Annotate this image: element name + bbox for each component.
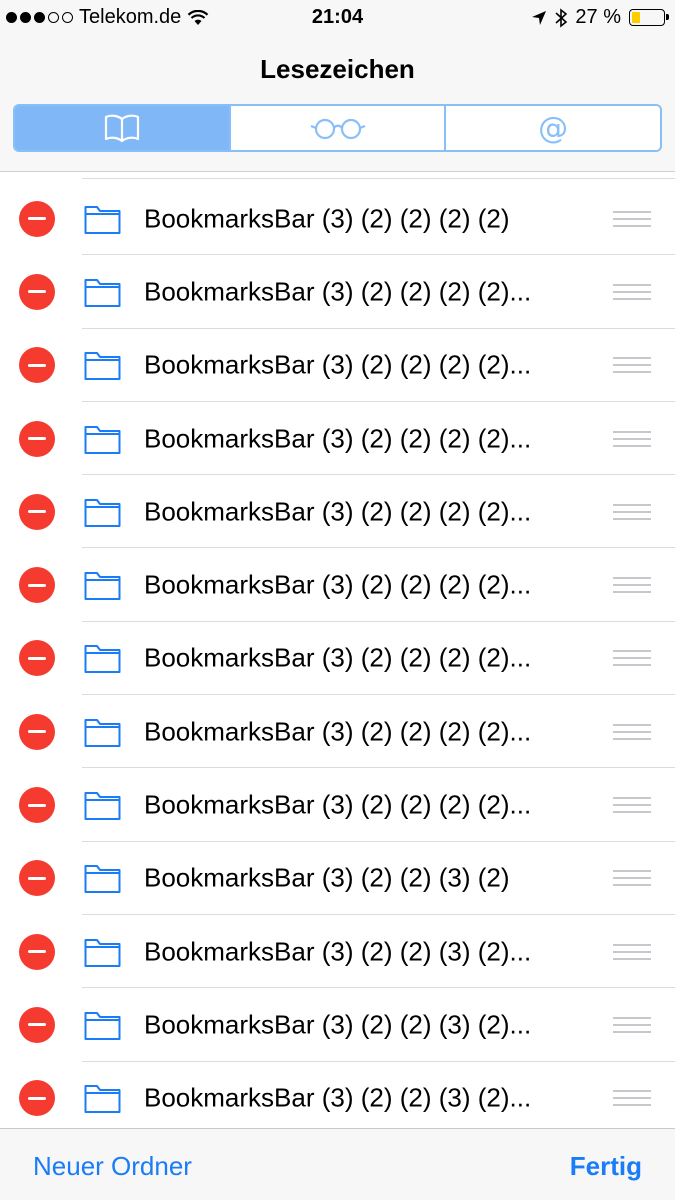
folder-icon xyxy=(84,645,121,674)
list-item[interactable]: BookmarksBar (3) (2) (2) (2) (2)... xyxy=(0,768,675,842)
bookmark-label: BookmarksBar (3) (2) (2) (3) (2)... xyxy=(144,1009,532,1040)
bookmark-label: BookmarksBar (3) (2) (2) (2) (2) xyxy=(144,203,510,234)
reorder-handle-icon[interactable] xyxy=(613,357,651,374)
bookmark-label: BookmarksBar (3) (2) (2) (2) (2)... xyxy=(144,496,532,527)
reorder-handle-icon[interactable] xyxy=(613,870,651,887)
reorder-handle-icon[interactable] xyxy=(613,1090,651,1107)
list-item[interactable]: BookmarksBar (3) (2) (2) (2) (2) xyxy=(0,182,675,256)
glasses-icon xyxy=(310,118,365,140)
location-arrow-icon xyxy=(532,10,547,25)
book-icon xyxy=(104,114,139,143)
battery-level xyxy=(632,12,640,23)
new-folder-button[interactable]: Neuer Ordner xyxy=(33,1151,192,1182)
delete-icon[interactable] xyxy=(19,200,55,237)
bookmark-label: BookmarksBar (3) (2) (2) (3) (2) xyxy=(144,862,510,893)
nav-header: Lesezeichen @ xyxy=(0,38,675,172)
list-item[interactable]: BookmarksBar (3) (2) (2) (2) (2)... xyxy=(0,402,675,476)
tab-reading-list[interactable] xyxy=(230,106,447,150)
bookmark-label: BookmarksBar (3) (2) (2) (3) (2)... xyxy=(144,936,532,967)
bookmark-label: BookmarksBar (3) (2) (2) (2) (2)... xyxy=(144,423,532,454)
screen: Telekom.de 21:04 27 % Lesezeichen @ Book… xyxy=(0,0,675,1200)
status-bar: Telekom.de 21:04 27 % xyxy=(0,0,675,38)
battery-percent: 27 % xyxy=(575,6,621,28)
folder-icon xyxy=(84,572,121,601)
bookmark-label: BookmarksBar (3) (2) (2) (2) (2)... xyxy=(144,642,532,673)
delete-icon[interactable] xyxy=(19,787,55,824)
reorder-handle-icon[interactable] xyxy=(613,577,651,594)
list-item[interactable]: BookmarksBar (3) (2) (2) (2) (2)... xyxy=(0,622,675,696)
bookmark-rows: BookmarksBar (3) (2) (2) (2) (2) Bookmark… xyxy=(0,182,675,1128)
bookmark-list[interactable]: BookmarksBar (3) (2) (2) (2) (2) Bookmark… xyxy=(0,172,675,1128)
delete-icon[interactable] xyxy=(19,640,55,677)
list-item[interactable]: BookmarksBar (3) (2) (2) (2) (2)... xyxy=(0,255,675,329)
reorder-handle-icon[interactable] xyxy=(613,283,651,300)
folder-icon xyxy=(84,718,121,747)
folder-icon xyxy=(84,498,121,527)
delete-icon[interactable] xyxy=(19,347,55,384)
delete-icon[interactable] xyxy=(19,1080,55,1117)
bluetooth-icon xyxy=(555,7,568,28)
bookmark-label: BookmarksBar (3) (2) (2) (2) (2)... xyxy=(144,789,532,820)
delete-icon[interactable] xyxy=(19,567,55,604)
tab-shared-links[interactable]: @ xyxy=(446,106,660,150)
list-top-edge xyxy=(0,172,675,182)
done-button[interactable]: Fertig xyxy=(570,1151,642,1182)
bookmark-label: BookmarksBar (3) (2) (2) (3) (2)... xyxy=(144,1082,532,1113)
folder-icon xyxy=(84,792,121,821)
delete-icon[interactable] xyxy=(19,713,55,750)
list-item[interactable]: BookmarksBar (3) (2) (2) (2) (2)... xyxy=(0,475,675,549)
folder-icon xyxy=(84,1011,121,1040)
delete-icon[interactable] xyxy=(19,273,55,310)
page-title: Lesezeichen xyxy=(260,54,415,84)
list-item[interactable]: BookmarksBar (3) (2) (2) (3) (2)... xyxy=(0,1062,675,1128)
delete-icon[interactable] xyxy=(19,1006,55,1043)
reorder-handle-icon[interactable] xyxy=(613,650,651,667)
battery-icon xyxy=(629,9,669,26)
status-right: 27 % xyxy=(531,6,669,29)
reorder-handle-icon[interactable] xyxy=(613,1016,651,1033)
folder-icon xyxy=(84,352,121,381)
segmented-control: @ xyxy=(13,104,662,152)
folder-icon xyxy=(84,865,121,894)
delete-icon[interactable] xyxy=(19,933,55,970)
reorder-handle-icon[interactable] xyxy=(613,723,651,740)
bookmark-label: BookmarksBar (3) (2) (2) (2) (2)... xyxy=(144,349,532,380)
folder-icon xyxy=(84,278,121,307)
folder-icon xyxy=(84,425,121,454)
bookmark-label: BookmarksBar (3) (2) (2) (2) (2)... xyxy=(144,569,532,600)
delete-icon[interactable] xyxy=(19,493,55,530)
list-item[interactable]: BookmarksBar (3) (2) (2) (2) (2)... xyxy=(0,695,675,769)
bookmark-label: BookmarksBar (3) (2) (2) (2) (2)... xyxy=(144,716,532,747)
list-item[interactable]: BookmarksBar (3) (2) (2) (2) (2)... xyxy=(0,548,675,622)
folder-icon xyxy=(84,938,121,967)
reorder-handle-icon[interactable] xyxy=(613,210,651,227)
list-item[interactable]: BookmarksBar (3) (2) (2) (3) (2)... xyxy=(0,988,675,1062)
reorder-handle-icon[interactable] xyxy=(613,430,651,447)
bookmark-label: BookmarksBar (3) (2) (2) (2) (2)... xyxy=(144,276,532,307)
list-item[interactable]: BookmarksBar (3) (2) (2) (2) (2)... xyxy=(0,329,675,402)
tab-bookmarks[interactable] xyxy=(15,106,231,150)
reorder-handle-icon[interactable] xyxy=(613,943,651,960)
folder-icon xyxy=(84,205,121,234)
reorder-handle-icon[interactable] xyxy=(613,503,651,520)
delete-icon[interactable] xyxy=(19,860,55,897)
list-item[interactable]: BookmarksBar (3) (2) (2) (3) (2) xyxy=(0,842,675,915)
folder-icon xyxy=(84,1085,121,1114)
bottom-toolbar: Neuer Ordner Fertig xyxy=(0,1128,675,1200)
reorder-handle-icon[interactable] xyxy=(613,797,651,814)
list-item[interactable]: BookmarksBar (3) (2) (2) (3) (2)... xyxy=(0,915,675,989)
delete-icon[interactable] xyxy=(19,420,55,457)
at-icon: @ xyxy=(538,110,569,146)
